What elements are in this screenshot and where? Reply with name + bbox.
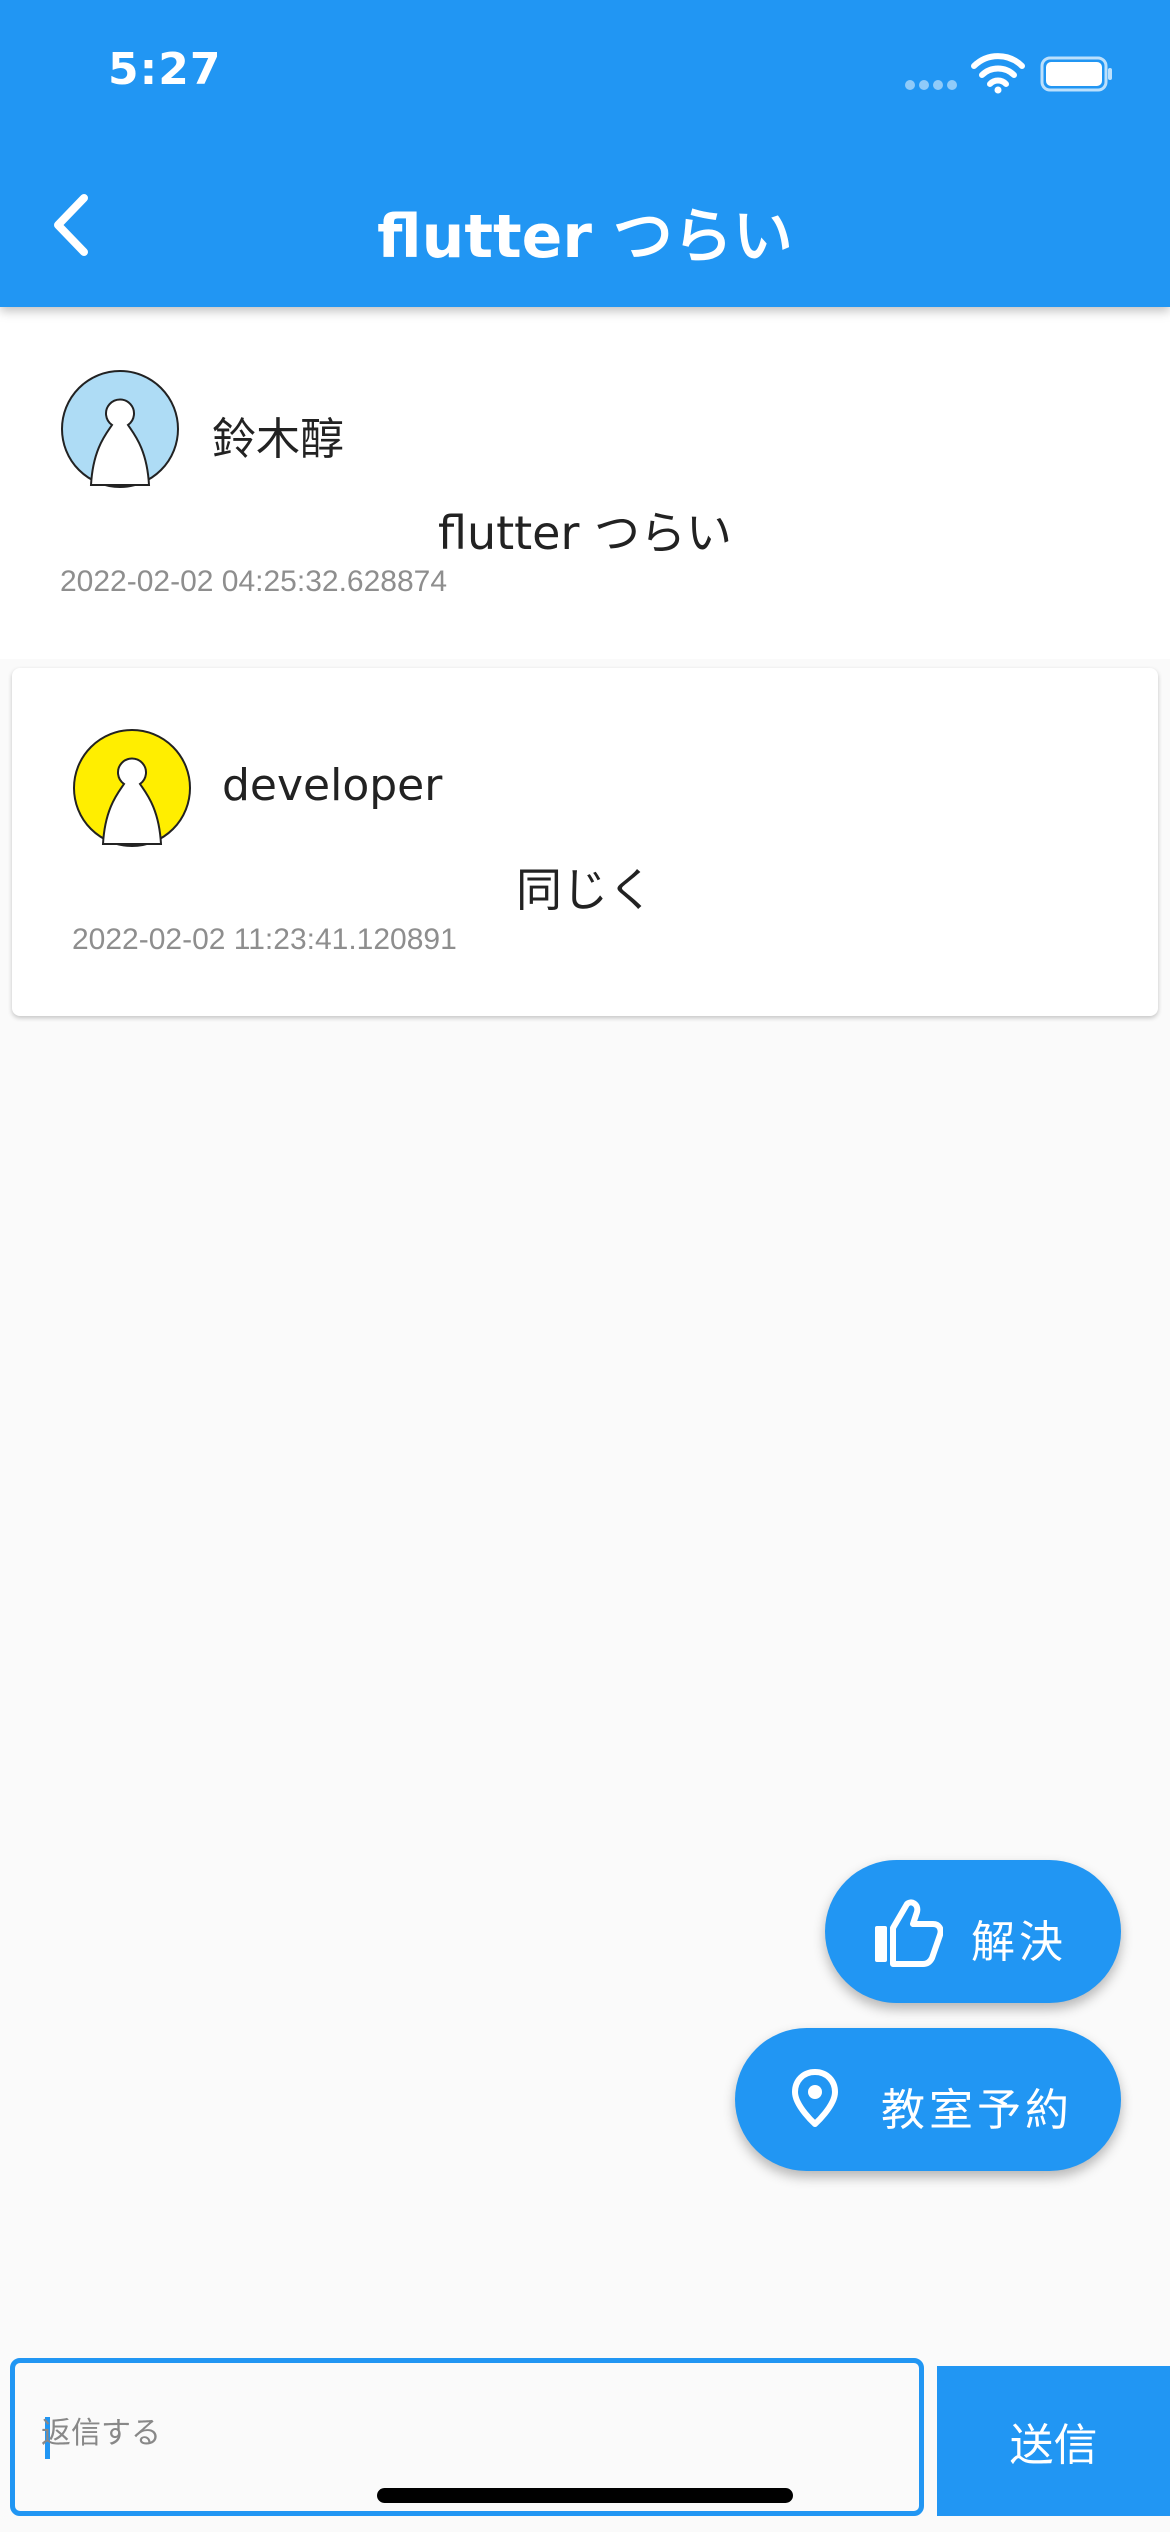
post-author: developer	[222, 760, 443, 811]
post-timestamp: 2022-02-02 04:25:32.628874	[60, 565, 448, 598]
status-time: 5:27	[108, 44, 222, 95]
page-title: flutter つらい	[377, 202, 793, 272]
post-card: 鈴木醇 flutter つらい 2022-02-02 04:25:32.6288…	[0, 307, 1170, 659]
post-timestamp: 2022-02-02 11:23:41.120891	[72, 923, 457, 956]
home-indicator	[377, 2488, 793, 2503]
post-message: flutter つらい	[437, 506, 733, 560]
resolve-button[interactable]: 解決	[825, 1860, 1121, 2003]
reply-card: developer 同じく 2022-02-02 11:23:41.120891	[12, 668, 1158, 1016]
chevron-left-icon	[54, 194, 88, 256]
resolve-label: 解決	[971, 1917, 1067, 1968]
send-button[interactable]: 送信	[937, 2366, 1170, 2516]
location-pin-icon	[792, 2069, 838, 2127]
post-message: 同じく	[516, 863, 654, 917]
battery-icon	[1040, 56, 1112, 92]
avatar	[73, 729, 191, 847]
avatar	[61, 370, 179, 488]
back-button[interactable]	[30, 180, 110, 270]
app-bar: 5:27 flutter つらい	[0, 0, 1170, 307]
wifi-icon	[971, 53, 1025, 94]
cellular-signal-icon	[905, 80, 957, 90]
reply-input[interactable]	[41, 2393, 881, 2473]
reserve-label: 教室予約	[881, 2085, 1073, 2136]
reserve-classroom-button[interactable]: 教室予約	[735, 2028, 1121, 2171]
thumbs-up-icon	[875, 1899, 943, 1967]
post-author: 鈴木醇	[212, 414, 344, 465]
